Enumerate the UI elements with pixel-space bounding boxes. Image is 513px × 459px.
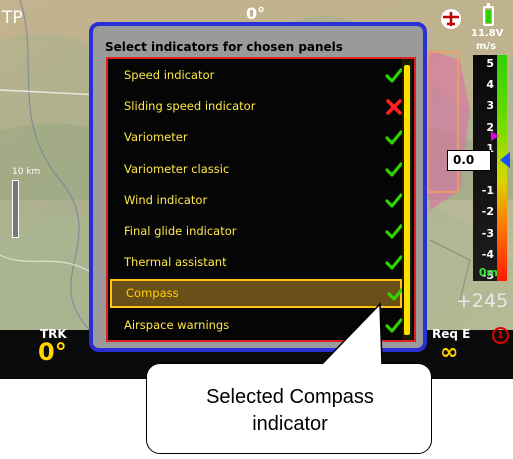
device-screen: TP 0° 11.8V m/s 5 4 3 2 1 -1 -2 -3 -4 -5 0m 0.0 10…	[0, 0, 513, 379]
vario-current-value: 0.0	[447, 150, 491, 171]
check-icon[interactable]	[385, 223, 403, 241]
list-item[interactable]: Thermal assistant	[108, 248, 403, 277]
vario-zero-label: 0m	[478, 266, 498, 279]
list-item[interactable]: Speed indicator	[108, 61, 403, 90]
waypoint-label: TP	[2, 8, 23, 28]
battery-voltage: 11.8V	[471, 28, 504, 39]
glider-icon	[441, 9, 461, 29]
callout-line-1: Selected Compass	[206, 386, 374, 408]
list-item[interactable]: Airspace warnings	[108, 311, 403, 340]
list-item[interactable]: Final glide indicator	[108, 217, 403, 246]
vario-unit: m/s	[476, 41, 497, 52]
vario-pointer-icon	[500, 152, 510, 168]
vario-tick: -2	[481, 205, 494, 219]
map-scale-bar	[12, 180, 19, 238]
list-item-selected[interactable]: Compass	[110, 279, 405, 309]
vario-tick: -4	[481, 247, 494, 261]
dialog-title: Select indicators for chosen panels	[105, 40, 343, 54]
cross-icon[interactable]	[385, 98, 403, 116]
callout-line-2: indicator	[252, 413, 328, 435]
indicator-list[interactable]: Speed indicator Sliding speed indicator Va…	[106, 57, 416, 342]
required-ld-value: ∞	[440, 340, 459, 365]
altitude-difference: +245	[456, 290, 509, 312]
track-value: 0°	[38, 338, 67, 366]
heading-indicator: 0°	[246, 4, 266, 23]
list-item-label: Wind indicator	[124, 192, 208, 207]
list-item[interactable]: Wind indicator	[108, 186, 403, 215]
list-item-label: Airspace warnings	[124, 317, 230, 332]
indicator-selection-dialog: Select indicators for chosen panels Spee…	[89, 22, 427, 352]
check-icon[interactable]	[385, 317, 403, 335]
map-scale-label: 10 km	[12, 167, 41, 177]
check-icon[interactable]	[385, 67, 403, 85]
vario-tick: -3	[481, 226, 494, 240]
list-item-label: Thermal assistant	[124, 255, 227, 270]
vario-average-marker	[491, 131, 499, 141]
annotation-callout: Selected Compass indicator	[146, 363, 432, 454]
scrollbar-thumb[interactable]	[404, 65, 410, 335]
list-item[interactable]: Variometer classic	[108, 155, 403, 184]
list-item-label: Sliding speed indicator	[124, 99, 256, 114]
list-item-label: Final glide indicator	[124, 224, 237, 238]
callout-text: Selected Compass indicator	[147, 384, 433, 438]
vario-tick: -1	[481, 184, 494, 198]
check-icon[interactable]	[385, 254, 403, 272]
vario-color-bar	[497, 55, 507, 281]
list-item[interactable]: Variometer	[108, 123, 403, 152]
check-icon[interactable]	[385, 161, 403, 179]
vario-tick: 3	[486, 99, 494, 113]
required-ld-label: Req E	[432, 327, 471, 341]
alert-icon[interactable]: 1	[492, 327, 509, 344]
battery-icon	[483, 3, 494, 26]
list-item-label: Variometer classic	[124, 161, 230, 176]
list-item[interactable]: Sliding speed indicator	[108, 92, 402, 121]
check-icon[interactable]	[385, 192, 403, 210]
vario-tick: 5	[486, 57, 494, 70]
list-item-label: Speed indicator	[124, 68, 215, 82]
vario-tick: 4	[486, 78, 494, 92]
list-item-label: Compass	[126, 286, 179, 301]
check-icon[interactable]	[385, 129, 403, 147]
list-item-label: Variometer	[124, 130, 188, 145]
